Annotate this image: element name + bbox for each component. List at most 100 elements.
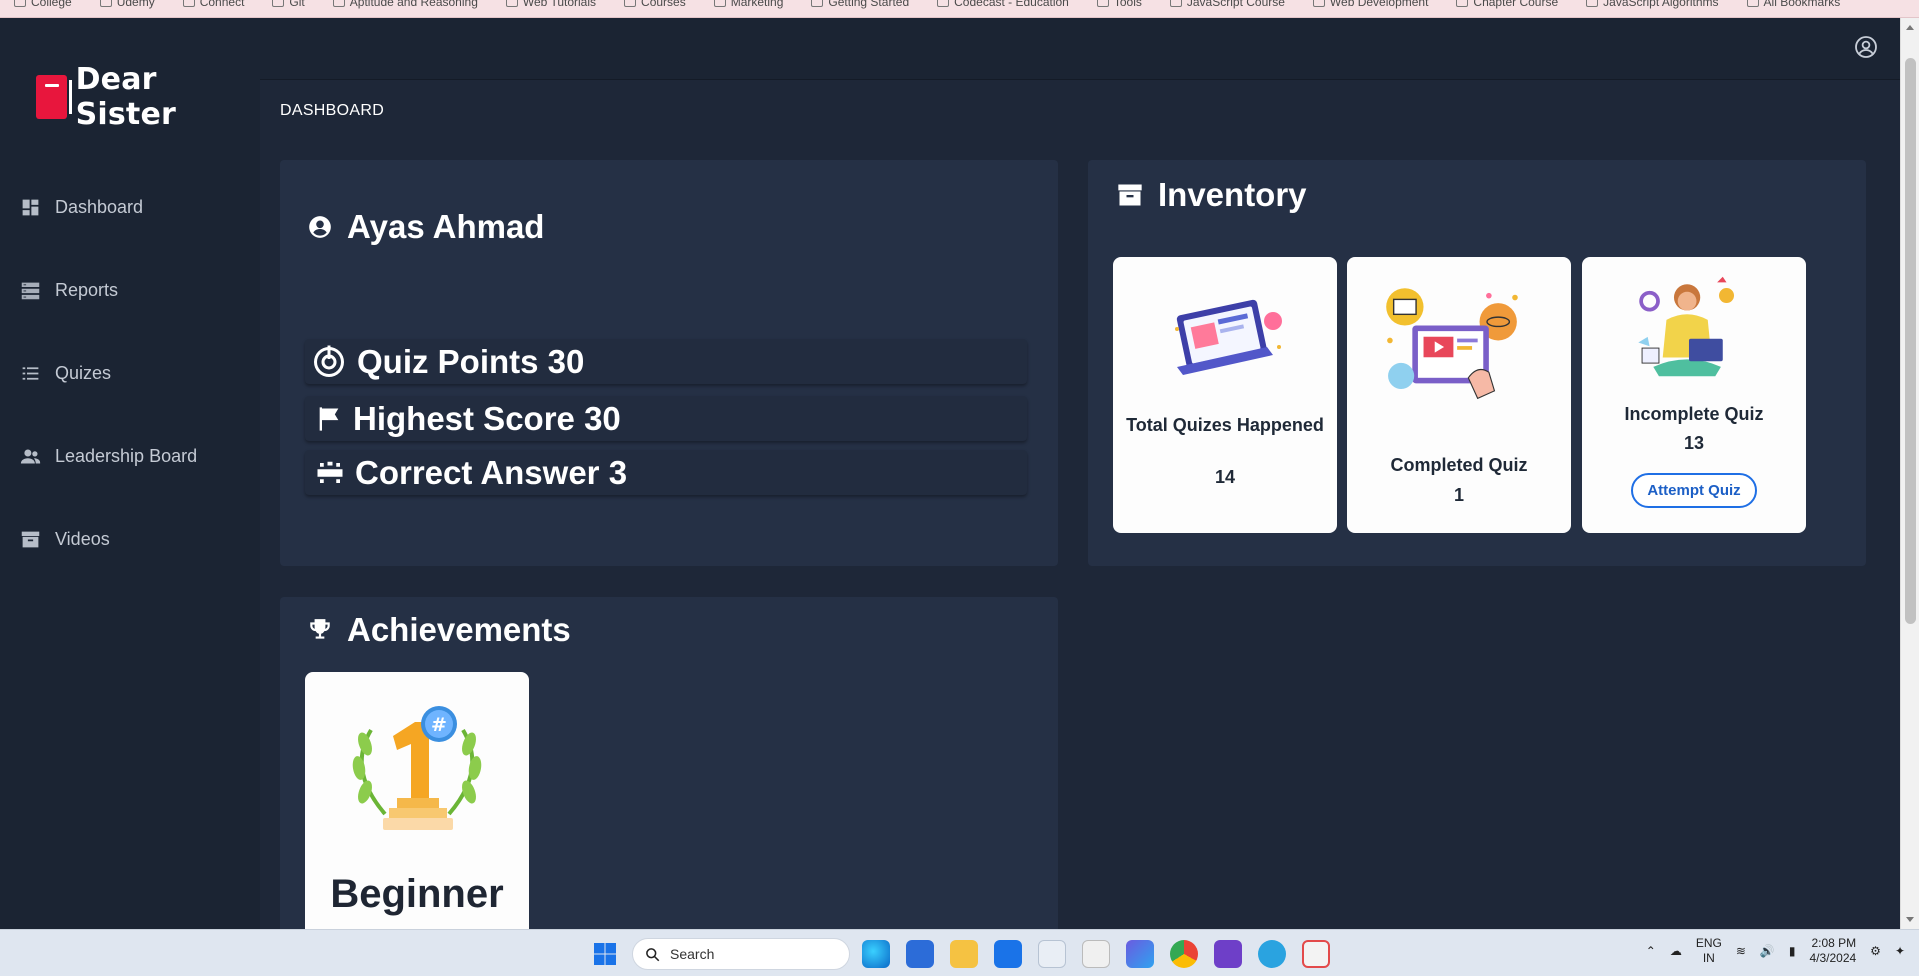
bookmark-item[interactable]: Web Tutorials (492, 0, 610, 11)
taskbar-search[interactable]: Search (632, 938, 850, 970)
people-icon (20, 449, 41, 464)
chevron-up-icon[interactable]: ⌃ (1646, 944, 1656, 958)
incomplete-quiz-value: 13 (1683, 433, 1705, 453)
bookmark-item[interactable]: Chapter Course (1442, 0, 1572, 11)
sidebar-item-label: Leadership Board (55, 446, 198, 466)
file-explorer-icon[interactable] (950, 940, 978, 968)
store-icon[interactable] (906, 940, 934, 968)
page-icon (1096, 0, 1109, 7)
sidebar-item-videos[interactable]: Videos (0, 498, 260, 581)
bookmark-item[interactable]: Marketing (700, 0, 798, 11)
incomplete-quiz-tile: Incomplete Quiz 13 Attempt Quiz (1582, 257, 1806, 533)
page-title: DASHBOARD (280, 102, 385, 119)
list-icon (22, 367, 39, 380)
profile-name: Ayas Ahmad (347, 208, 545, 245)
telegram-icon[interactable] (1258, 940, 1286, 968)
dashboard-icon (22, 199, 39, 216)
folder-icon (182, 0, 195, 7)
account-circle-icon[interactable] (1854, 35, 1878, 59)
scroll-down-icon[interactable] (1906, 917, 1914, 922)
clock[interactable]: 2:08 PM 4/3/2024 (1809, 936, 1856, 966)
folder-icon (272, 0, 285, 7)
profile-card: Ayas Ahmad Quiz Points 30 Highest Score … (280, 160, 1058, 566)
edge-icon[interactable] (862, 940, 890, 968)
system-tray: ⌃ ☁ ENG IN ≋ 🔊 ▮ 2:08 PM 4/3/2024 ⚙ ✦ (1646, 936, 1905, 966)
bookmark-item[interactable]: Connect (169, 0, 259, 11)
top-bar (260, 18, 1900, 80)
bookmark-item[interactable]: Aptitude and Reasoning (319, 0, 492, 11)
battery-icon[interactable]: ▮ (1789, 944, 1796, 958)
sidebar-item-label: Dashboard (55, 197, 144, 217)
language-indicator[interactable]: ENG IN (1696, 936, 1722, 966)
bookmark-item[interactable]: Tools (1083, 0, 1156, 11)
mail-icon[interactable] (994, 940, 1022, 968)
search-icon (646, 947, 660, 961)
page-scrollbar[interactable] (1900, 18, 1919, 929)
page-icon (811, 0, 824, 7)
bookmark-item[interactable]: Codecast - Education (923, 0, 1083, 11)
video-learning-illustration (1386, 288, 1518, 400)
completed-quiz-label: Completed Quiz (1390, 455, 1528, 475)
sidebar-item-label: Reports (55, 280, 119, 300)
bookmark-item[interactable]: Getting Started (797, 0, 923, 11)
highest-score-stat: Highest Score 30 (305, 396, 1027, 441)
copilot-app-icon[interactable] (1126, 940, 1154, 968)
app-name: Dear Sister (75, 62, 177, 132)
sidebar: Dear Sister Dashboard Reports Quizes Lea… (0, 18, 260, 929)
achievement-badge-tile: # Beginner (305, 672, 529, 929)
scroll-up-icon[interactable] (1906, 25, 1914, 30)
correct-answer-text: Correct Answer 3 (355, 453, 628, 491)
bookmark-item[interactable]: Udemy (86, 0, 169, 11)
achievements-title: Achievements (347, 611, 571, 648)
bookmark-item[interactable]: JavaScript Course (1156, 0, 1299, 11)
page-icon (1312, 0, 1325, 7)
snipping-tool-icon[interactable] (1302, 940, 1330, 968)
archive-icon (21, 531, 40, 548)
quiz-points-stat: Quiz Points 30 (305, 339, 1027, 384)
bookmark-item[interactable]: College (0, 0, 86, 11)
folder-icon (713, 0, 726, 7)
visual-studio-icon[interactable] (1214, 940, 1242, 968)
settings-icon[interactable]: ⚙ (1870, 944, 1881, 958)
total-quizes-value: 14 (1214, 467, 1236, 487)
badge-hash-text: # (431, 714, 447, 736)
trophy-icon (310, 619, 330, 639)
folder-icon (505, 0, 518, 7)
wifi-icon[interactable]: ≋ (1736, 944, 1746, 958)
correct-answer-stat: Correct Answer 3 (305, 450, 1027, 495)
windows-start-icon[interactable] (593, 942, 617, 966)
bookmark-item[interactable]: Git (258, 0, 318, 11)
taskbar: Search ⌃ ☁ ENG IN ≋ 🔊 ▮ 2:08 PM 4/3/2024… (0, 929, 1919, 976)
sidebar-item-label: Quizes (55, 363, 112, 383)
sidebar-nav: Dashboard Reports Quizes Leadership Boar… (0, 166, 260, 581)
bookmark-item[interactable]: All Bookmarks (1733, 0, 1855, 11)
sidebar-item-quizes[interactable]: Quizes (0, 332, 260, 415)
archive-icon (1118, 184, 1142, 206)
sidebar-item-leadership-board[interactable]: Leadership Board (0, 415, 260, 498)
amazon-icon[interactable] (1082, 940, 1110, 968)
dropbox-icon[interactable] (1038, 940, 1066, 968)
bookmark-item[interactable]: JavaScript Algorithms (1572, 0, 1732, 11)
volume-icon[interactable]: 🔊 (1760, 944, 1775, 958)
sidebar-item-reports[interactable]: Reports (0, 249, 260, 332)
flag-icon (319, 406, 339, 431)
folder-icon (624, 0, 637, 7)
onedrive-icon[interactable]: ☁ (1670, 944, 1682, 958)
copilot-icon[interactable]: ✦ (1895, 944, 1905, 958)
first-place-trophy-icon: # (352, 706, 482, 830)
sidebar-item-dashboard[interactable]: Dashboard (0, 166, 260, 249)
attempt-quiz-button[interactable]: Attempt Quiz (1631, 473, 1757, 508)
scrollbar-thumb[interactable] (1905, 58, 1916, 624)
app-logo[interactable]: Dear Sister (36, 62, 260, 132)
page-icon (1169, 0, 1182, 7)
chrome-icon[interactable] (1170, 940, 1198, 968)
profile-header: Ayas Ahmad (307, 208, 544, 246)
page-icon (1586, 0, 1599, 7)
inventory-card: Inventory Total Quizes Happened 14 Compl… (1088, 160, 1866, 566)
completed-quiz-tile: Completed Quiz 1 (1347, 257, 1571, 533)
bookmark-item[interactable]: Courses (610, 0, 700, 11)
account-circle-icon (309, 216, 331, 238)
page-icon (1456, 0, 1469, 7)
folder-icon (99, 0, 112, 7)
bookmark-item[interactable]: Web Development (1299, 0, 1443, 11)
